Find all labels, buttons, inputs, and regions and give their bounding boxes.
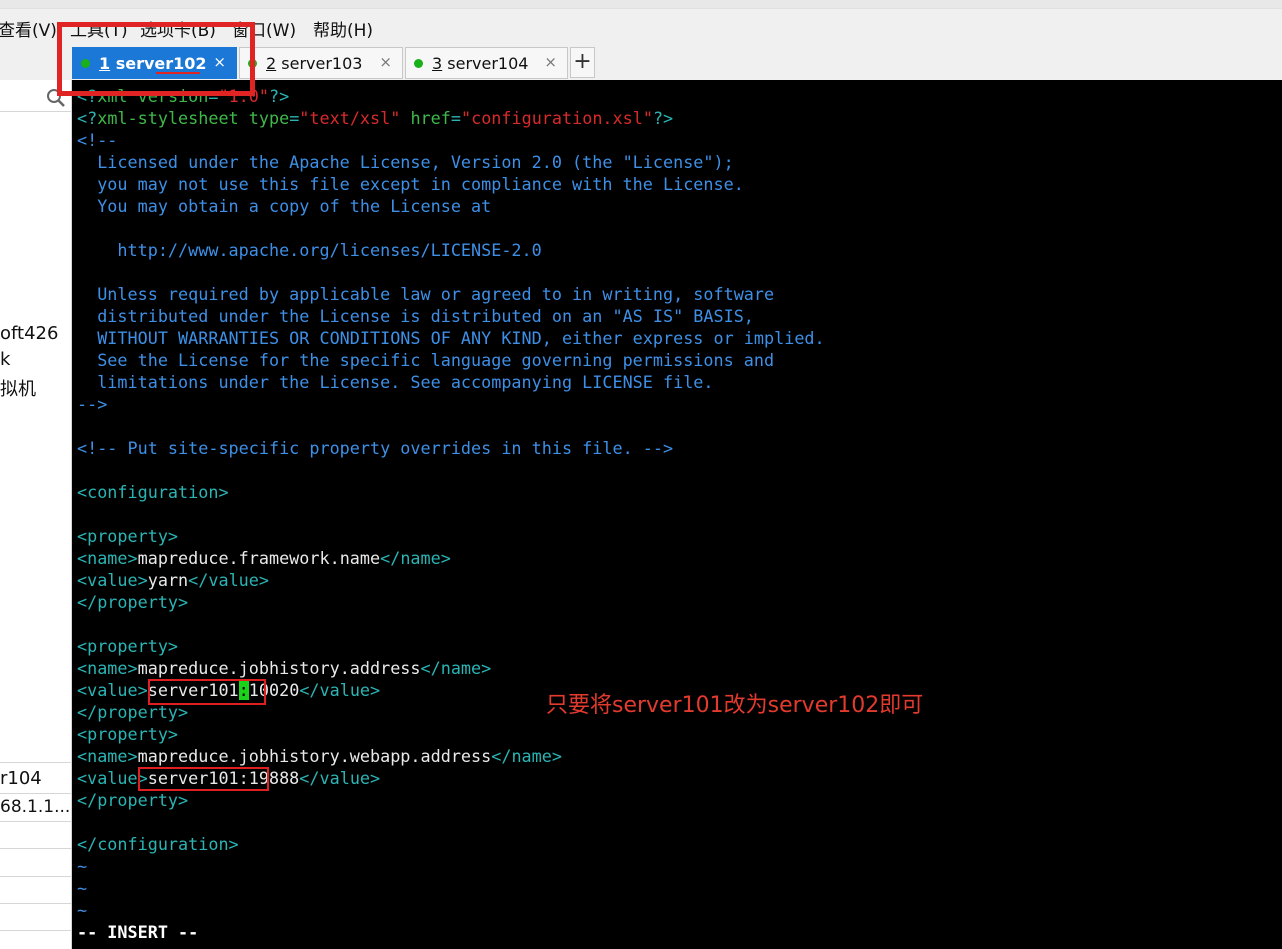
divider	[0, 903, 71, 904]
divider	[0, 111, 71, 112]
name-line-jobhistory: <name>mapreduce.jobhistory.address</name…	[77, 658, 492, 678]
xml-stylesheet-line: <?xml-stylesheet type="text/xsl" href="c…	[77, 108, 674, 128]
title-bar-strip	[0, 0, 1282, 9]
editor-line: Unless required by applicable law or agr…	[77, 284, 775, 304]
highlight-underline	[156, 72, 200, 74]
empty-line-tilde: ~	[77, 878, 88, 898]
session-item[interactable]: k	[0, 349, 10, 370]
editor-line: distributed under the License is distrib…	[77, 306, 754, 326]
editor-line: WITHOUT WARRANTIES OR CONDITIONS OF ANY …	[77, 328, 825, 348]
value-line-yarn: <value>yarn</value>	[77, 570, 269, 590]
highlight-box-webapp-host	[138, 767, 269, 791]
editor-line: <property>	[77, 636, 179, 656]
session-item[interactable]: oft426	[0, 323, 58, 344]
connected-status-icon	[414, 59, 423, 68]
divider	[0, 762, 71, 763]
tab-server104[interactable]: 3 server104 ×	[405, 47, 568, 79]
editor-line: <!--	[77, 130, 118, 150]
editor-line: You may obtain a copy of the License at	[77, 196, 492, 216]
session-host[interactable]: r104	[0, 768, 42, 789]
name-line-framework: <name>mapreduce.framework.name</name>	[77, 548, 451, 568]
divider	[0, 876, 71, 877]
new-tab-button[interactable]: +	[570, 47, 595, 78]
editor-line: </configuration>	[77, 834, 239, 854]
editor-line: http://www.apache.org/licenses/LICENSE-2…	[77, 240, 542, 260]
editor-line: <property>	[77, 526, 179, 546]
divider	[0, 848, 71, 849]
menu-help[interactable]: 帮助(H)	[313, 16, 373, 41]
editor-line: <configuration>	[77, 482, 229, 502]
divider	[0, 930, 71, 931]
annotation-note: 只要将server101改为server102即可	[546, 693, 924, 718]
session-ip[interactable]: 68.1.1...	[0, 797, 70, 817]
close-tab-icon[interactable]: ×	[544, 53, 557, 71]
session-item[interactable]: 拟机	[0, 375, 36, 401]
editor-line: -->	[77, 394, 108, 414]
editor-line: Licensed under the Apache License, Versi…	[77, 152, 734, 172]
highlight-box-active-tab	[57, 22, 255, 96]
editor-line: <property>	[77, 724, 179, 744]
editor-line: See the License for the specific languag…	[77, 350, 775, 370]
tab-label: 3 server104	[432, 54, 529, 73]
empty-line-tilde: ~	[77, 856, 88, 876]
highlight-box-address-host	[148, 679, 266, 705]
tab-label: 2 server103	[266, 54, 363, 73]
editor-line: </property>	[77, 592, 189, 612]
tab-server103[interactable]: 2 server103 ×	[239, 47, 403, 79]
editor-line: </property>	[77, 790, 189, 810]
terminal-vim-editor[interactable]: <?xml version="1.0"?> <?xml-stylesheet t…	[72, 80, 1282, 949]
session-manager-pane: ᛘ ✕ oft426 k 拟机 r104 68.1.1...	[0, 80, 72, 949]
editor-line: limitations under the License. See accom…	[77, 372, 714, 392]
editor-line: you may not use this file except in comp…	[77, 174, 744, 194]
editor-line: <!-- Put site-specific property override…	[77, 438, 674, 458]
menu-view[interactable]: 查看(V)	[0, 16, 57, 41]
divider	[0, 821, 71, 822]
vim-mode-status: -- INSERT --	[77, 922, 199, 942]
close-tab-icon[interactable]: ×	[379, 53, 392, 71]
name-line-webapp: <name>mapreduce.jobhistory.webapp.addres…	[77, 746, 562, 766]
empty-line-tilde: ~	[77, 900, 88, 920]
divider	[0, 793, 71, 794]
